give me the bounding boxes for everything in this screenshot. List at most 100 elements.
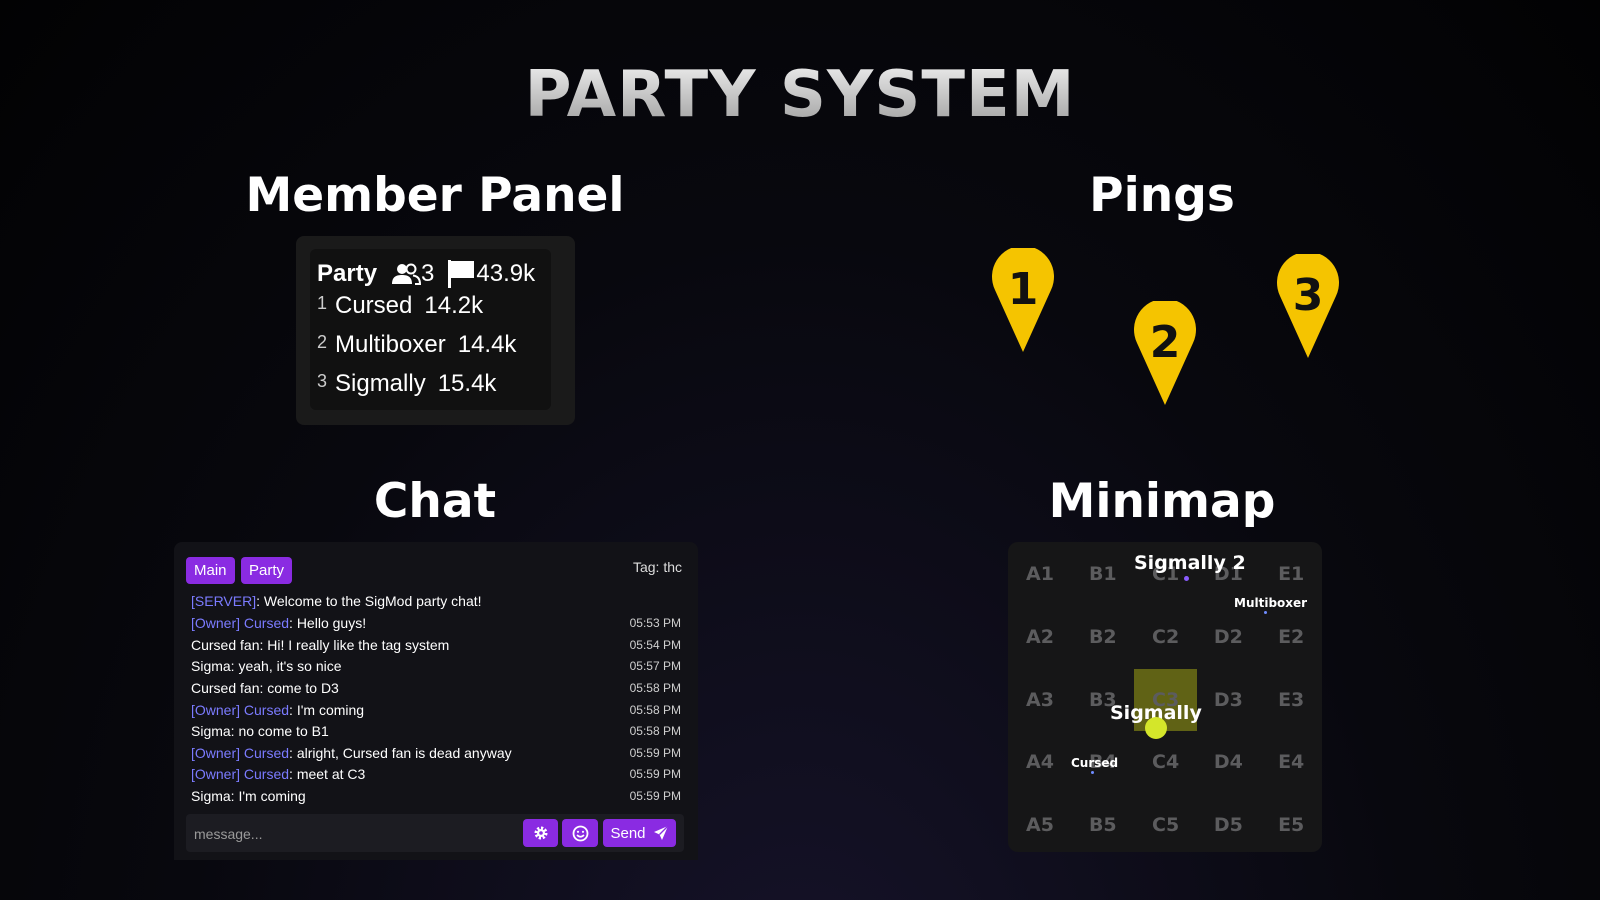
- minimap-cell-label: B2: [1088, 625, 1117, 648]
- member-score: 14.2k: [424, 292, 484, 319]
- message-time: 05:54 PM: [629, 637, 681, 652]
- message-time: 05:58 PM: [629, 723, 681, 738]
- message-text: : I'm coming: [289, 701, 365, 718]
- chat-message: Cursed fan: come to D3 05:58 PM: [191, 677, 681, 698]
- minimap-cell-label: A3: [1026, 688, 1054, 711]
- pings-heading: Pings: [1089, 168, 1235, 223]
- party-total-score: 43.9k: [476, 260, 536, 287]
- send-icon: [653, 825, 668, 840]
- minimap-cell-label: E5: [1278, 814, 1305, 837]
- message-input[interactable]: [192, 819, 516, 849]
- minimap-player-dot: [1264, 611, 1267, 614]
- chat-message: [Owner] Cursed: alright, Cursed fan is d…: [191, 742, 681, 763]
- minimap-cell-label: E2: [1278, 625, 1305, 648]
- message-text: : meet at C3: [289, 765, 366, 782]
- member-rank: 1: [317, 293, 328, 313]
- message-text: Sigma: I'm coming: [191, 787, 306, 804]
- member-rank: 3: [317, 371, 328, 391]
- users-icon: [391, 262, 422, 286]
- minimap-cell-label: D2: [1213, 625, 1243, 648]
- member-panel-heading: Member Panel: [245, 168, 625, 223]
- minimap-cell-label: C4: [1152, 751, 1180, 774]
- minimap-cell-label: A2: [1026, 625, 1054, 648]
- ping-label: 3: [1293, 270, 1324, 321]
- chat-message: [Owner] Cursed: Hello guys! 05:53 PM: [191, 612, 681, 633]
- minimap-heading: Minimap: [1048, 474, 1276, 529]
- tab-party[interactable]: Party: [241, 557, 293, 584]
- message-text: : Hello guys!: [289, 614, 367, 631]
- ping-marker-2: 2: [1134, 301, 1196, 405]
- tag-label: Tag: thc: [632, 559, 682, 575]
- message-text: : alright, Cursed fan is dead anyway: [289, 744, 512, 761]
- ping-label: 1: [1008, 264, 1039, 315]
- minimap-cell-label: E4: [1278, 751, 1305, 774]
- minimap-cell-label: E3: [1278, 688, 1305, 711]
- minimap-cell-label: C2: [1152, 625, 1180, 648]
- flag-icon: [446, 259, 476, 289]
- chat-message: Cursed fan: Hi! I really like the tag sy…: [191, 634, 681, 655]
- message-time: 05:59 PM: [629, 745, 681, 760]
- minimap-cell-label: D4: [1213, 751, 1243, 774]
- minimap-cell-label: E1: [1278, 563, 1305, 585]
- minimap-player-name: Multiboxer: [1234, 596, 1308, 610]
- member-rank: 2: [317, 332, 328, 352]
- member-score: 14.4k: [457, 331, 517, 358]
- minimap-player-dot: [1184, 576, 1189, 581]
- message-time: 05:58 PM: [629, 702, 681, 717]
- message-text: Sigma: yeah, it's so nice: [191, 657, 342, 674]
- ping-marker-3: 3: [1277, 254, 1339, 358]
- minimap-player-name: Cursed: [1071, 756, 1119, 770]
- message-sender: [Owner] Cursed: [191, 765, 290, 782]
- chat-message: Sigma: no come to B1 05:58 PM: [191, 720, 681, 741]
- party-label: Party: [317, 260, 378, 287]
- tab-main[interactable]: Main: [186, 557, 235, 584]
- minimap-cell-label: A4: [1026, 751, 1054, 774]
- message-time: 05:59 PM: [629, 788, 681, 803]
- emoji-button[interactable]: [562, 819, 598, 847]
- message-sender: [Owner] Cursed: [191, 744, 290, 761]
- party-header: Party 3 43.9k: [317, 258, 535, 290]
- minimap-cell-label: D3: [1213, 688, 1243, 711]
- minimap-cell-label: C5: [1152, 814, 1180, 837]
- send-label: Send: [610, 824, 646, 842]
- message-text: Cursed fan: come to D3: [191, 679, 339, 696]
- ping-label: 2: [1150, 317, 1181, 368]
- minimap-cell-label: B1: [1088, 563, 1117, 585]
- member-name: Cursed: [335, 292, 413, 319]
- minimap-cell-label: D5: [1213, 814, 1243, 837]
- member-score: 15.4k: [437, 370, 497, 397]
- ping-marker-1: 1: [992, 248, 1054, 352]
- message-time: 05:53 PM: [629, 615, 681, 630]
- message-sender: [Owner] Cursed: [191, 614, 290, 631]
- message-text: : Welcome to the SigMod party chat!: [256, 592, 482, 609]
- minimap-cell-label: B5: [1088, 814, 1117, 837]
- chat-heading: Chat: [373, 474, 497, 529]
- chat-message: [Owner] Cursed: meet at C3 05:59 PM: [191, 763, 681, 784]
- smiley-icon: [572, 825, 588, 841]
- message-time: 05:57 PM: [629, 658, 681, 673]
- message-text: Cursed fan: Hi! I really like the tag sy…: [191, 636, 450, 653]
- member-row: 3 Sigmally 15.4k: [317, 370, 496, 402]
- member-count: 3: [421, 260, 435, 287]
- chat-message: [SERVER]: Welcome to the SigMod party ch…: [191, 590, 681, 611]
- chat-message: [Owner] Cursed: I'm coming 05:58 PM: [191, 699, 681, 720]
- send-button[interactable]: Send: [603, 819, 676, 847]
- member-row: 2 Multiboxer 14.4k: [317, 331, 516, 363]
- message-text: Sigma: no come to B1: [191, 722, 329, 739]
- message-time: 05:59 PM: [629, 766, 681, 781]
- settings-button[interactable]: [523, 819, 558, 847]
- minimap-player-name: Sigmally 2: [1134, 552, 1246, 574]
- chat-message: Sigma: I'm coming 05:59 PM: [191, 785, 681, 806]
- chat-message: Sigma: yeah, it's so nice 05:57 PM: [191, 655, 681, 676]
- minimap-cell-label: A1: [1026, 563, 1054, 585]
- page-title: PARTY SYSTEM: [0, 58, 1600, 132]
- minimap-player-dot: [1091, 771, 1094, 774]
- message-sender: [SERVER]: [191, 592, 257, 609]
- message-time: 05:58 PM: [629, 680, 681, 695]
- member-name: Sigmally: [335, 370, 426, 397]
- gear-icon: [534, 826, 547, 840]
- minimap-player-dot: [1145, 717, 1167, 739]
- minimap-cell-label: A5: [1026, 814, 1054, 837]
- member-name: Multiboxer: [335, 331, 446, 358]
- member-row: 1 Cursed 14.2k: [317, 292, 483, 324]
